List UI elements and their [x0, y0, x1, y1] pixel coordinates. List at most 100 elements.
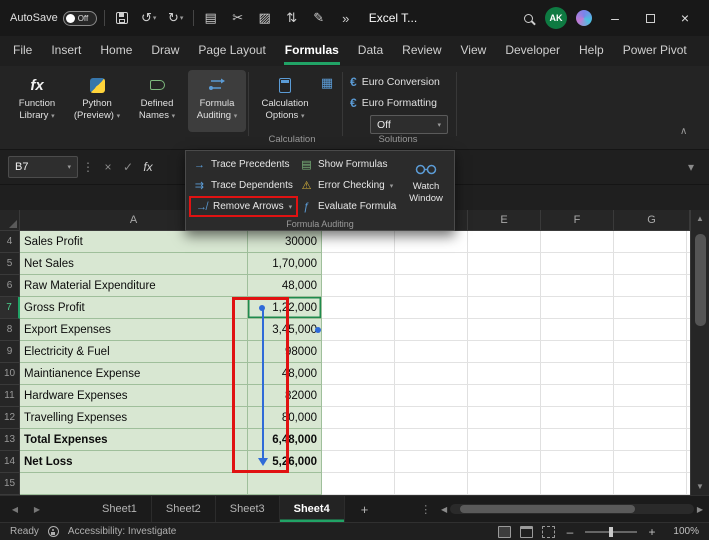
tab-page-layout[interactable]: Page Layout — [197, 38, 266, 65]
row-header[interactable]: 11 — [0, 385, 20, 407]
row-header[interactable]: 14 — [0, 451, 20, 473]
column-header-e[interactable]: E — [468, 210, 541, 231]
column-header-f[interactable]: F — [541, 210, 614, 231]
zoom-in-button[interactable]: + — [646, 525, 658, 539]
empty-cells[interactable] — [322, 297, 690, 319]
redo-button[interactable]: ↻▾ — [166, 7, 186, 29]
function-library-button[interactable]: fx Function Library ▾ — [8, 70, 66, 132]
empty-cells[interactable] — [322, 473, 690, 495]
tab-help[interactable]: Help — [578, 38, 605, 65]
empty-cells[interactable] — [322, 363, 690, 385]
cell-label[interactable]: Gross Profit — [20, 297, 248, 319]
cell-label[interactable]: Maintianence Expense — [20, 363, 248, 385]
tab-insert[interactable]: Insert — [50, 38, 82, 65]
cell-label[interactable]: Net Loss — [20, 451, 248, 473]
cell-label[interactable]: Net Sales — [20, 253, 248, 275]
maximize-button[interactable] — [636, 5, 664, 31]
menu-item-remove-arrows[interactable]: ↛ Remove Arrows ▾ — [189, 196, 298, 217]
tab-options-icon[interactable]: ⋮ — [420, 503, 431, 516]
cell-label[interactable]: Sales Profit — [20, 231, 248, 253]
tab-data[interactable]: Data — [357, 38, 384, 65]
cell-value[interactable]: 30000 — [248, 231, 322, 253]
new-sheet-button[interactable]: + — [361, 502, 369, 517]
row-header[interactable]: 6 — [0, 275, 20, 297]
tab-file[interactable]: File — [12, 38, 33, 65]
page-layout-view-icon[interactable] — [520, 526, 533, 538]
empty-cells[interactable] — [322, 253, 690, 275]
autosave-toggle[interactable]: AutoSave Off — [10, 11, 97, 26]
menu-item-show-formulas[interactable]: ▤ Show Formulas — [296, 154, 400, 175]
row-header[interactable]: 13 — [0, 429, 20, 451]
tab-formulas[interactable]: Formulas — [284, 38, 340, 65]
formula-auditing-button[interactable]: Formula Auditing ▾ — [188, 70, 246, 132]
close-button[interactable]: × — [671, 5, 699, 31]
tab-scroll-left-icon[interactable]: ◀ — [8, 505, 22, 514]
empty-cells[interactable] — [322, 451, 690, 473]
name-box[interactable]: B7 ▾ — [8, 156, 78, 178]
tab-home[interactable]: Home — [99, 38, 133, 65]
expand-formula-bar-button[interactable]: ▾ — [681, 156, 701, 178]
empty-cells[interactable] — [322, 407, 690, 429]
page-break-view-icon[interactable] — [542, 526, 555, 538]
cell-value[interactable]: 48,000 — [248, 275, 322, 297]
row-header[interactable]: 15 — [0, 473, 20, 495]
undo-button[interactable]: ↺▾ — [139, 7, 159, 29]
menu-item-error-checking[interactable]: ⚠ Error Checking ▾ — [296, 175, 400, 196]
normal-view-icon[interactable] — [498, 526, 511, 538]
euro-conversion-button[interactable]: € Euro Conversion — [350, 72, 440, 91]
more-commands-button[interactable]: » — [336, 7, 356, 29]
empty-cells[interactable] — [322, 275, 690, 297]
cell-label[interactable]: Travelling Expenses — [20, 407, 248, 429]
cell-label[interactable] — [20, 473, 248, 495]
cell-value[interactable] — [248, 473, 322, 495]
insert-function-button[interactable]: fx — [138, 156, 158, 178]
tab-view[interactable]: View — [460, 38, 488, 65]
zoom-out-button[interactable]: – — [564, 525, 576, 539]
autosave-switch[interactable]: Off — [63, 11, 97, 26]
scroll-up-icon[interactable]: ▲ — [691, 214, 709, 223]
empty-cells[interactable] — [322, 231, 690, 253]
zoom-slider[interactable] — [585, 531, 637, 533]
row-header[interactable]: 9 — [0, 341, 20, 363]
empty-cells[interactable] — [322, 341, 690, 363]
watch-window-button[interactable]: Watch Window — [400, 154, 452, 214]
format-painter-button[interactable]: ✎ — [309, 7, 329, 29]
tab-review[interactable]: Review — [401, 38, 442, 65]
scrollbar-track[interactable] — [450, 504, 694, 514]
cut-button[interactable]: ✂ — [228, 7, 248, 29]
tab-sheet1[interactable]: Sheet1 — [88, 496, 152, 522]
menu-item-trace-precedents[interactable]: → Trace Precedents — [189, 154, 298, 175]
collapse-ribbon-button[interactable]: ∧ — [680, 126, 687, 137]
picture-button[interactable]: ▨ — [255, 7, 275, 29]
menu-item-trace-dependents[interactable]: ⇉ Trace Dependents — [189, 175, 298, 196]
avatar[interactable]: AK — [545, 7, 567, 29]
horizontal-scrollbar[interactable]: ◀ ▶ — [441, 503, 703, 515]
select-all-corner[interactable] — [0, 210, 20, 231]
cell-label[interactable]: Raw Material Expenditure — [20, 275, 248, 297]
copilot-button[interactable] — [574, 7, 594, 29]
row-header[interactable]: 4 — [0, 231, 20, 253]
cancel-button[interactable]: × — [98, 156, 118, 178]
zoom-level[interactable]: 100% — [667, 526, 699, 537]
scroll-down-icon[interactable]: ▼ — [691, 482, 709, 491]
vertical-scrollbar[interactable]: ▲ ▼ — [690, 210, 709, 495]
tab-sheet3[interactable]: Sheet3 — [216, 496, 280, 522]
cell-label[interactable]: Total Expenses — [20, 429, 248, 451]
scrollbar-thumb[interactable] — [695, 234, 706, 326]
column-header-g[interactable]: G — [614, 210, 690, 231]
enter-button[interactable]: ✓ — [118, 156, 138, 178]
tab-power-pivot[interactable]: Power Pivot — [622, 38, 688, 65]
zoom-slider-thumb[interactable] — [609, 527, 613, 537]
row-header[interactable]: 12 — [0, 407, 20, 429]
empty-cells[interactable] — [322, 429, 690, 451]
tab-sheet4[interactable]: Sheet4 — [280, 496, 345, 522]
scroll-right-icon[interactable]: ▶ — [697, 505, 703, 514]
tab-sheet2[interactable]: Sheet2 — [152, 496, 216, 522]
defined-names-button[interactable]: Defined Names ▾ — [128, 70, 186, 132]
euro-off-dropdown[interactable]: Off ▾ — [370, 115, 448, 134]
calculate-sheet-button[interactable]: ▦ — [318, 74, 336, 92]
tab-scroll-right-icon[interactable]: ▶ — [30, 505, 44, 514]
python-preview-button[interactable]: Python (Preview) ▾ — [68, 70, 126, 132]
euro-formatting-button[interactable]: € Euro Formatting — [350, 93, 437, 112]
cell-label[interactable]: Export Expenses — [20, 319, 248, 341]
